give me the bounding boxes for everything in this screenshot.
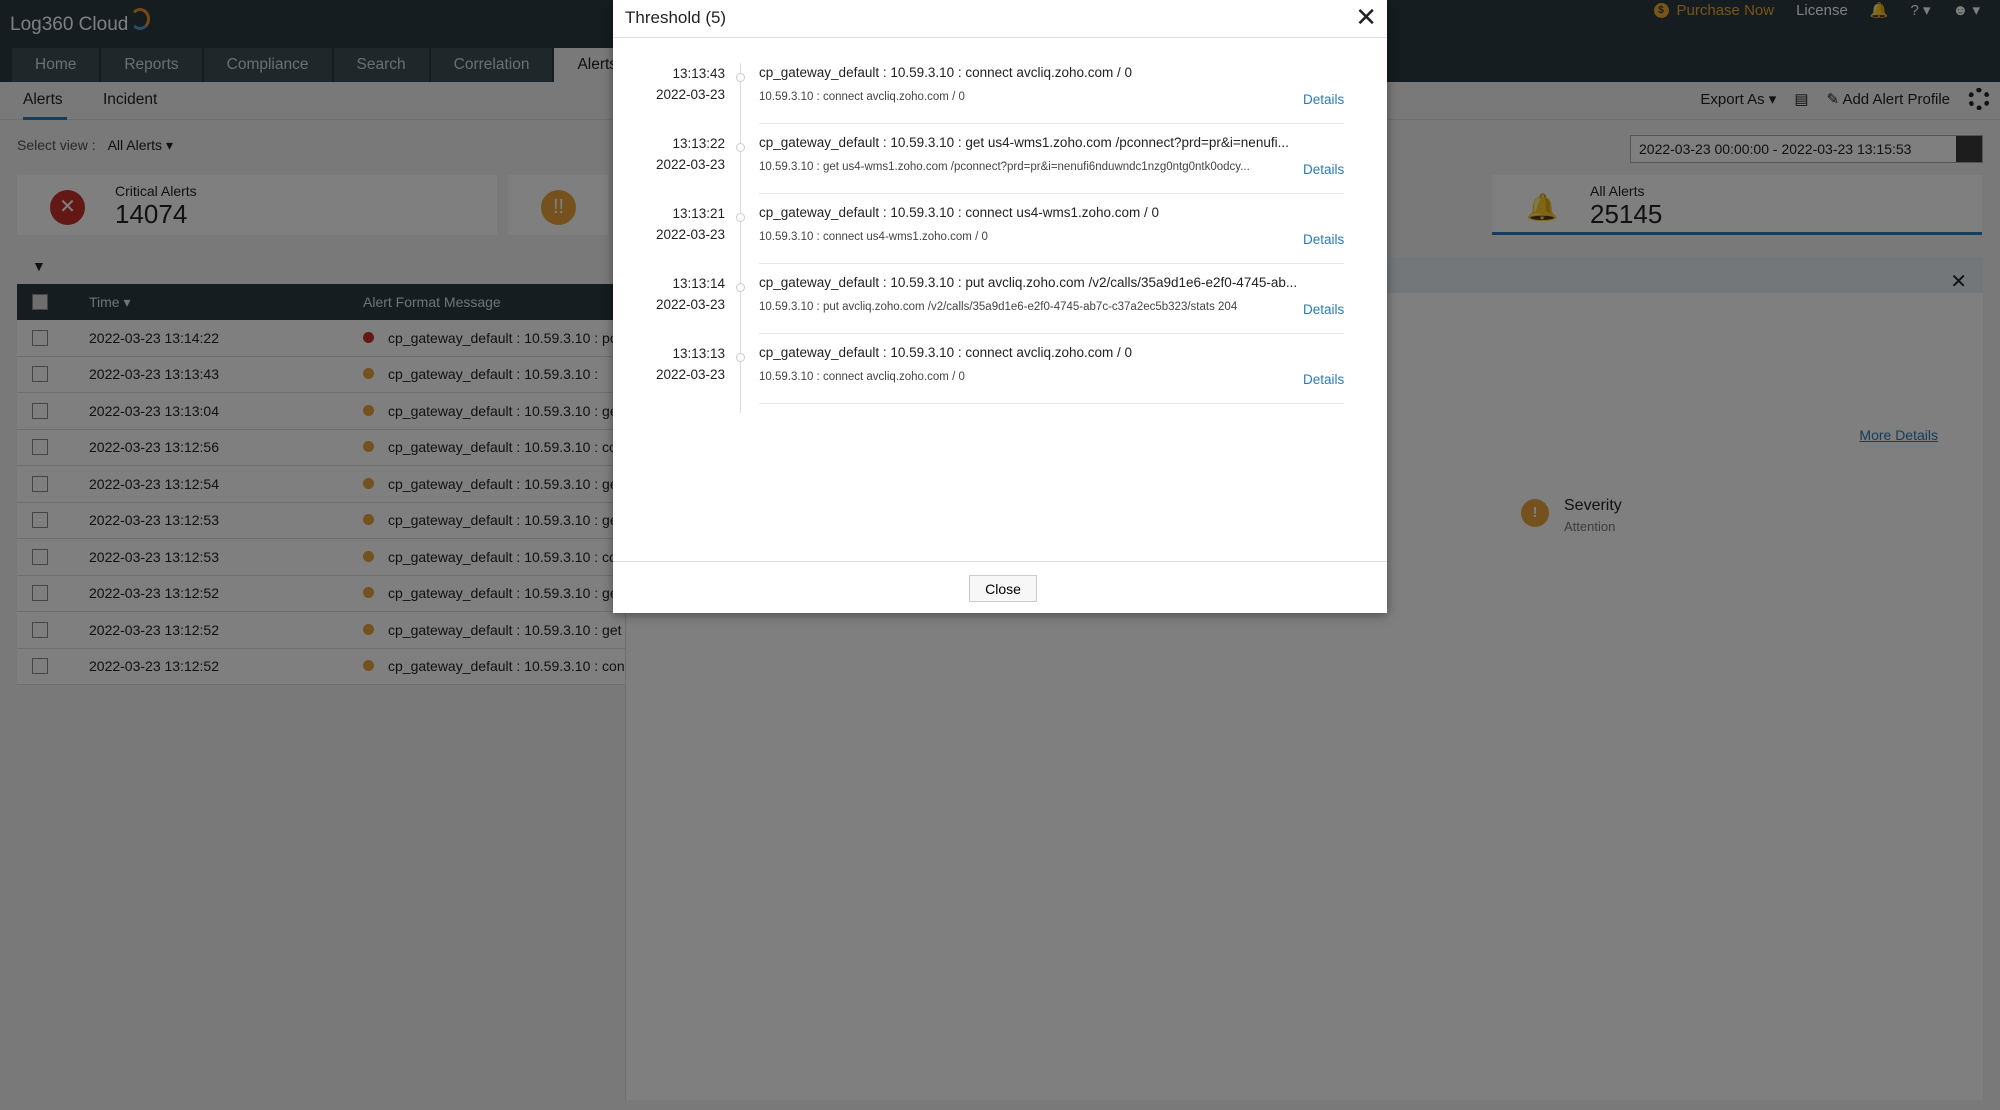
timeline-dot-icon xyxy=(736,143,745,152)
entry-message: cp_gateway_default : 10.59.3.10 : connec… xyxy=(759,205,1159,220)
modal-divider xyxy=(613,37,1387,38)
entry-time: 13:13:21 xyxy=(672,206,725,221)
entry-submessage: 10.59.3.10 : put avcliq.zoho.com /v2/cal… xyxy=(759,301,1238,313)
entry-submessage: 10.59.3.10 : connect avcliq.zoho.com / 0 xyxy=(759,371,965,383)
entry-message: cp_gateway_default : 10.59.3.10 : put av… xyxy=(759,275,1298,290)
modal-title: Threshold (5) xyxy=(625,8,727,27)
details-link[interactable]: Details xyxy=(1303,92,1344,107)
details-link[interactable]: Details xyxy=(1303,232,1344,247)
entry-date: 2022-03-23 xyxy=(655,227,725,242)
entry-date: 2022-03-23 xyxy=(655,297,725,312)
entry-divider xyxy=(759,403,1344,404)
entry-submessage: 10.59.3.10 : connect avcliq.zoho.com / 0 xyxy=(759,91,965,103)
threshold-entry: 13:13:43 2022-03-23 cp_gateway_default : 1… xyxy=(613,63,1387,133)
entry-message: cp_gateway_default : 10.59.3.10 : get us… xyxy=(759,135,1289,150)
entry-submessage: 10.59.3.10 : get us4-wms1.zoho.com /pcon… xyxy=(759,161,1250,173)
entry-time: 13:13:14 xyxy=(672,276,725,291)
timeline-dot-icon xyxy=(736,353,745,362)
threshold-entry: 13:13:14 2022-03-23 cp_gateway_default : 1… xyxy=(613,273,1387,343)
entry-time: 13:13:13 xyxy=(672,346,725,361)
threshold-entry: 13:13:22 2022-03-23 cp_gateway_default : 1… xyxy=(613,133,1387,203)
timeline-dot-icon xyxy=(736,213,745,222)
close-icon[interactable]: ✕ xyxy=(1355,2,1377,33)
threshold-list: 13:13:43 2022-03-23 cp_gateway_default : 1… xyxy=(613,63,1387,413)
entry-divider xyxy=(759,263,1344,264)
details-link[interactable]: Details xyxy=(1303,162,1344,177)
entry-message: cp_gateway_default : 10.59.3.10 : connec… xyxy=(759,345,1132,360)
entry-submessage: 10.59.3.10 : connect us4-wms1.zoho.com /… xyxy=(759,231,988,243)
timeline-dot-icon xyxy=(736,283,745,292)
entry-time: 13:13:22 xyxy=(672,136,725,151)
modal-footer-divider xyxy=(613,561,1387,562)
threshold-modal: Threshold (5) ✕ 13:13:43 2022-03-23 cp_gat… xyxy=(613,0,1387,613)
entry-time: 13:13:43 xyxy=(672,66,725,81)
entry-date: 2022-03-23 xyxy=(655,367,725,382)
entry-divider xyxy=(759,123,1344,124)
entry-date: 2022-03-23 xyxy=(655,87,725,102)
entry-message: cp_gateway_default : 10.59.3.10 : connec… xyxy=(759,65,1132,80)
timeline-dot-icon xyxy=(736,73,745,82)
threshold-entry: 13:13:13 2022-03-23 cp_gateway_default : 1… xyxy=(613,343,1387,413)
details-link[interactable]: Details xyxy=(1303,302,1344,317)
entry-divider xyxy=(759,193,1344,194)
threshold-entry: 13:13:21 2022-03-23 cp_gateway_default : 1… xyxy=(613,203,1387,273)
entry-divider xyxy=(759,333,1344,334)
details-link[interactable]: Details xyxy=(1303,372,1344,387)
close-button[interactable]: Close xyxy=(969,575,1037,602)
entry-date: 2022-03-23 xyxy=(655,157,725,172)
